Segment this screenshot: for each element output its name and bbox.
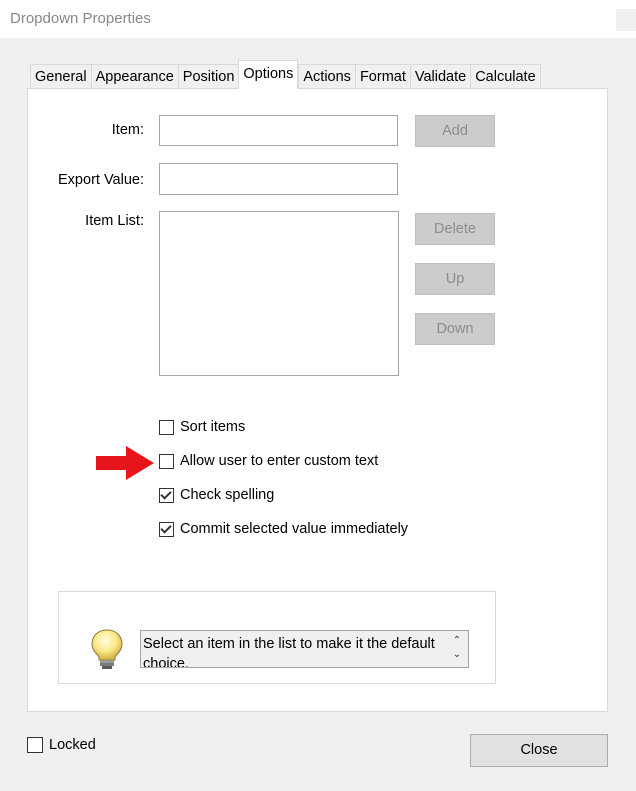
add-button[interactable]: Add	[415, 115, 495, 147]
commit-value-option[interactable]: Commit selected value immediately	[159, 520, 408, 538]
sort-items-checkbox[interactable]	[159, 419, 174, 435]
sort-items-label: Sort items	[180, 419, 246, 435]
tab-format[interactable]: Format	[354, 64, 410, 89]
custom-text-label: Allow user to enter custom text	[180, 453, 379, 469]
tab-position[interactable]: Position	[177, 64, 239, 89]
tab-actions[interactable]: Actions	[298, 64, 355, 89]
down-button[interactable]: Down	[415, 313, 495, 345]
check-spelling-label: Check spelling	[180, 487, 275, 503]
locked-option[interactable]: Locked	[27, 737, 96, 753]
custom-text-checkbox[interactable]	[159, 453, 174, 469]
tab-appearance[interactable]: Appearance	[90, 64, 178, 89]
export-value-label: Export Value:	[58, 172, 144, 188]
sort-items-option[interactable]: Sort items	[159, 418, 245, 436]
locked-label: Locked	[49, 737, 96, 753]
scroll-down-icon[interactable]: ⌄	[452, 648, 462, 662]
tab-calculate[interactable]: Calculate	[470, 64, 541, 89]
item-list-label: Item List:	[85, 213, 144, 229]
tab-general[interactable]: General	[30, 64, 91, 89]
locked-checkbox[interactable]	[27, 737, 43, 753]
check-spelling-checkbox[interactable]	[159, 487, 174, 503]
item-label: Item:	[111, 122, 144, 138]
lightbulb-icon	[91, 629, 123, 669]
item-list-box[interactable]	[159, 211, 399, 376]
hint-scrollbar[interactable]: ⌃ ⌄	[452, 634, 462, 662]
close-button[interactable]: Close	[470, 734, 608, 767]
item-input[interactable]	[159, 115, 398, 146]
red-arrow-icon	[96, 446, 154, 480]
title-bar: Dropdown Properties	[0, 0, 636, 38]
hint-text-field: Select an item in the list to make it th…	[140, 630, 469, 668]
hint-text: Select an item in the list to make it th…	[143, 636, 435, 668]
commit-value-label: Commit selected value immediately	[180, 521, 409, 537]
export-value-input[interactable]	[159, 163, 398, 195]
delete-button[interactable]: Delete	[415, 213, 495, 245]
dropdown-properties-dialog: Dropdown Properties General Appearance P…	[0, 0, 636, 791]
tab-options[interactable]: Options	[238, 60, 299, 89]
scroll-up-icon[interactable]: ⌃	[452, 634, 462, 648]
window-title: Dropdown Properties	[10, 10, 151, 27]
commit-value-checkbox[interactable]	[159, 521, 174, 537]
window-close-icon[interactable]	[616, 9, 636, 31]
hint-panel: Select an item in the list to make it th…	[58, 591, 496, 684]
check-spelling-option[interactable]: Check spelling	[159, 486, 274, 504]
up-button[interactable]: Up	[415, 263, 495, 295]
tab-bar: General Appearance Position Options Acti…	[30, 60, 541, 89]
tab-validate[interactable]: Validate	[409, 64, 471, 89]
custom-text-option[interactable]: Allow user to enter custom text	[159, 452, 378, 470]
